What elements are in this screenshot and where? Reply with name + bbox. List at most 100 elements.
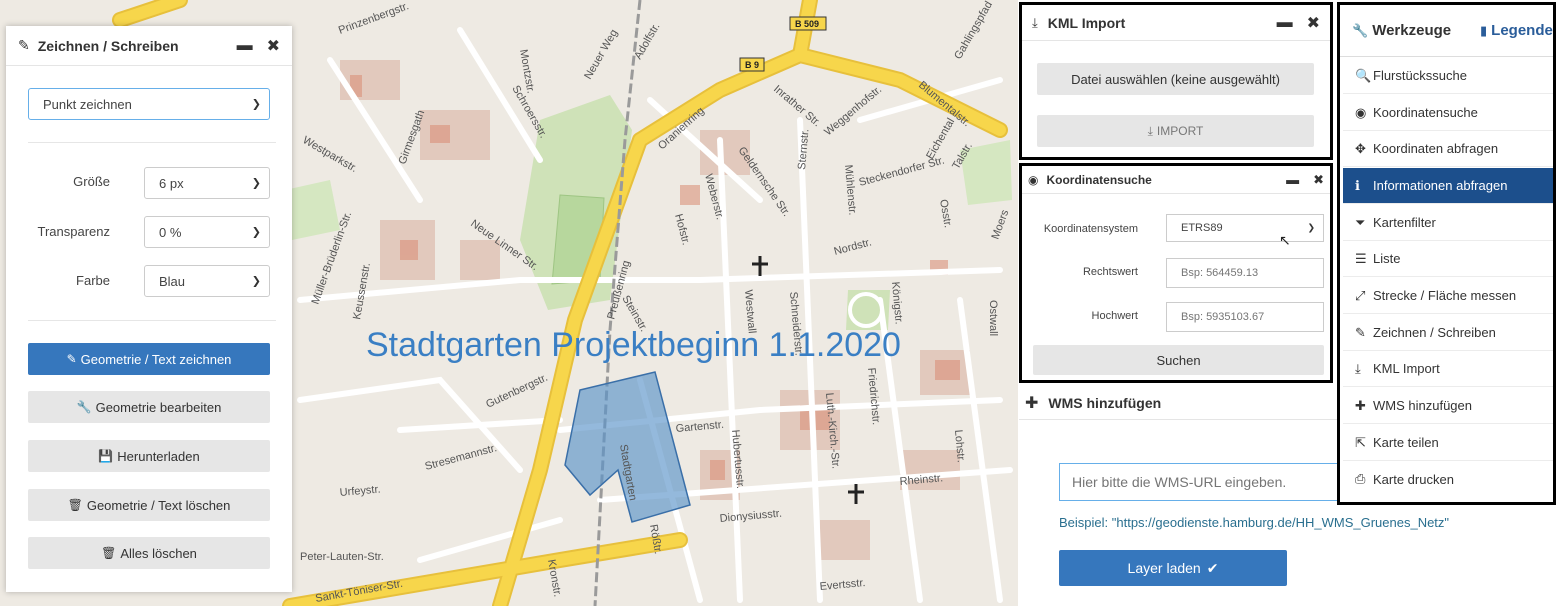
- menu-item-label: Liste: [1373, 251, 1401, 266]
- size-select[interactable]: 6 px ❯: [144, 167, 270, 199]
- menu-item-karte-teilen[interactable]: ⇱ Karte teilen: [1343, 425, 1553, 461]
- draw-geometry-button[interactable]: ✎ Geometrie / Text zeichnen: [28, 343, 270, 375]
- street-label: Gutenbergstr.: [484, 372, 549, 411]
- rechtswert-input[interactable]: [1166, 258, 1324, 288]
- delete-geometry-button[interactable]: 🗑 Geometrie / Text löschen: [28, 489, 270, 521]
- close-icon[interactable]: ✖: [267, 36, 280, 56]
- search-icon: 🔍: [1355, 67, 1372, 83]
- close-icon[interactable]: ✖: [1307, 13, 1320, 33]
- street-label: Sternstr.: [796, 128, 812, 170]
- target-icon: ◉: [1028, 172, 1039, 187]
- kml-import-panel: ⤓ KML Import ▬ ✖ Datei auswählen (keine …: [1019, 2, 1333, 160]
- filter-icon: ⏷: [1355, 214, 1366, 230]
- divider: [28, 142, 276, 143]
- street-label: Moers: [990, 208, 1012, 241]
- street-label: Adolfstr.: [632, 21, 662, 61]
- draw-panel: ✎ Zeichnen / Schreiben ▬ ✖ Punkt zeichne…: [6, 26, 292, 592]
- menu-item-label: Kartenfilter: [1373, 215, 1436, 230]
- menu-item-liste[interactable]: ☰ Liste: [1343, 241, 1553, 277]
- chevron-down-icon: ❯: [251, 98, 261, 111]
- kml-panel-header: ⤓ KML Import ▬ ✖: [1022, 5, 1330, 41]
- delete-all-button[interactable]: 🗑 Alles löschen: [28, 537, 270, 569]
- menu-item-informationen-abfragen[interactable]: ℹ Informationen abfragen: [1343, 168, 1553, 204]
- delete-all-label: Alles löschen: [120, 545, 197, 561]
- menu-item-koordinatensuche[interactable]: ◉ Koordinatensuche: [1343, 95, 1553, 131]
- tab-werkzeuge[interactable]: 🔧 Werkzeuge: [1340, 5, 1468, 56]
- load-layer-button[interactable]: Layer laden ✔: [1059, 550, 1287, 586]
- menu-item-karte-drucken[interactable]: ⎙ Karte drucken: [1343, 461, 1553, 497]
- checkmark-icon: ✔: [1206, 559, 1219, 576]
- share-icon: ⇱: [1355, 434, 1366, 450]
- menu-item-kml-import[interactable]: ⤓ KML Import: [1343, 351, 1553, 387]
- street-label: Mühlenstr.: [842, 164, 858, 216]
- street-label: Inrather Str.: [771, 83, 823, 129]
- color-value: Blau: [159, 273, 186, 289]
- target-icon: ◉: [1355, 104, 1367, 120]
- street-label: Gahlingspfad: [952, 0, 995, 62]
- street-label: Hofstr.: [672, 213, 692, 247]
- save-icon: 💾: [98, 449, 114, 463]
- resize-icon: ⤢: [1355, 287, 1366, 303]
- move-arrows-icon: ✥: [1355, 140, 1366, 156]
- import-button[interactable]: ⤓ IMPORT: [1037, 115, 1314, 147]
- minimize-icon[interactable]: ▬: [1277, 14, 1293, 32]
- print-icon: ⎙: [1355, 471, 1366, 486]
- info-icon: ℹ: [1355, 177, 1360, 193]
- street-label: Ostwall: [987, 300, 999, 336]
- menu-item-zeichnen[interactable]: ✎ Zeichnen / Schreiben: [1343, 315, 1553, 351]
- search-label: Suchen: [1156, 352, 1201, 368]
- coordinate-system-value: ETRS89: [1181, 222, 1223, 234]
- tab-legende[interactable]: ▮ Legende: [1468, 5, 1553, 56]
- draw-panel-title: Zeichnen / Schreiben: [37, 37, 179, 54]
- pencil-icon: ✎: [66, 352, 77, 366]
- color-label: Farbe: [76, 273, 110, 288]
- draw-panel-header: ✎ Zeichnen / Schreiben ▬ ✖: [6, 26, 292, 66]
- import-icon: ⤓: [1147, 123, 1153, 138]
- koord-panel-title: Koordinatensuche: [1046, 172, 1152, 187]
- color-select[interactable]: Blau ❯: [144, 265, 270, 297]
- transparency-label: Transparenz: [37, 224, 111, 239]
- minimize-icon[interactable]: ▬: [1286, 172, 1299, 187]
- choose-file-button[interactable]: Datei auswählen (keine ausgewählt): [1037, 63, 1314, 95]
- tab-legende-label: Legende: [1491, 22, 1553, 39]
- draw-mode-select[interactable]: Punkt zeichnen ❯: [28, 88, 270, 120]
- road-shield-b9: B 9: [745, 60, 759, 70]
- edit-geometry-label: Geometrie bearbeiten: [95, 399, 222, 415]
- menu-item-label: Strecke / Fläche messen: [1373, 288, 1517, 303]
- map-overlay-title: Stadtgarten Projektbeginn 1.1.2020: [366, 326, 901, 364]
- download-label: Herunterladen: [117, 448, 200, 464]
- street-label: Westparkstr.: [301, 134, 360, 175]
- coordinate-system-select[interactable]: ETRS89 ❯: [1166, 214, 1324, 242]
- menu-item-kartenfilter[interactable]: ⏷ Kartenfilter: [1343, 205, 1553, 241]
- pencil-icon: ✎: [18, 37, 30, 53]
- hochwert-input[interactable]: [1166, 302, 1324, 332]
- wms-panel-title: WMS hinzufügen: [1048, 394, 1162, 411]
- menu-item-koordinaten-abfragen[interactable]: ✥ Koordinaten abfragen: [1343, 131, 1553, 167]
- menu-item-flurstueckssuche[interactable]: 🔍 Flurstückssuche: [1343, 58, 1553, 94]
- pencil-icon: ✎: [1355, 324, 1366, 340]
- mouse-cursor-icon: ↖: [1279, 232, 1291, 248]
- list-icon: ☰: [1355, 250, 1367, 266]
- search-button[interactable]: Suchen: [1033, 345, 1324, 375]
- trash-icon: 🗑: [67, 498, 83, 512]
- wms-example-text: Beispiel: "https://geodienste.hamburg.de…: [1059, 515, 1450, 530]
- menu-item-label: Flurstückssuche: [1373, 68, 1467, 83]
- choose-file-label: Datei auswählen (keine ausgewählt): [1071, 71, 1280, 87]
- street-label: Neuer Weg: [582, 27, 620, 81]
- size-value: 6 px: [159, 175, 184, 191]
- menu-item-wms-hinzufuegen[interactable]: ✚ WMS hinzufügen: [1343, 388, 1553, 424]
- street-label: Gartenstr.: [675, 419, 724, 435]
- menu-item-label: Karte teilen: [1373, 435, 1439, 450]
- street-label: Osstr.: [937, 198, 954, 228]
- chevron-down-icon: ❯: [251, 177, 261, 190]
- transparency-select[interactable]: 0 % ❯: [144, 216, 270, 248]
- menu-item-strecke-messen[interactable]: ⤢ Strecke / Fläche messen: [1343, 278, 1553, 314]
- chevron-down-icon: ❯: [251, 275, 261, 288]
- street-label: Friedrichstr.: [865, 367, 882, 425]
- download-button[interactable]: 💾 Herunterladen: [28, 440, 270, 472]
- rechtswert-label: Rechtswert: [1082, 266, 1138, 278]
- close-icon[interactable]: ✖: [1313, 172, 1324, 188]
- edit-geometry-button[interactable]: 🔧 Geometrie bearbeiten: [28, 391, 270, 423]
- minimize-icon[interactable]: ▬: [237, 37, 253, 55]
- wms-panel-header: ✚ WMS hinzufügen: [1019, 386, 1339, 420]
